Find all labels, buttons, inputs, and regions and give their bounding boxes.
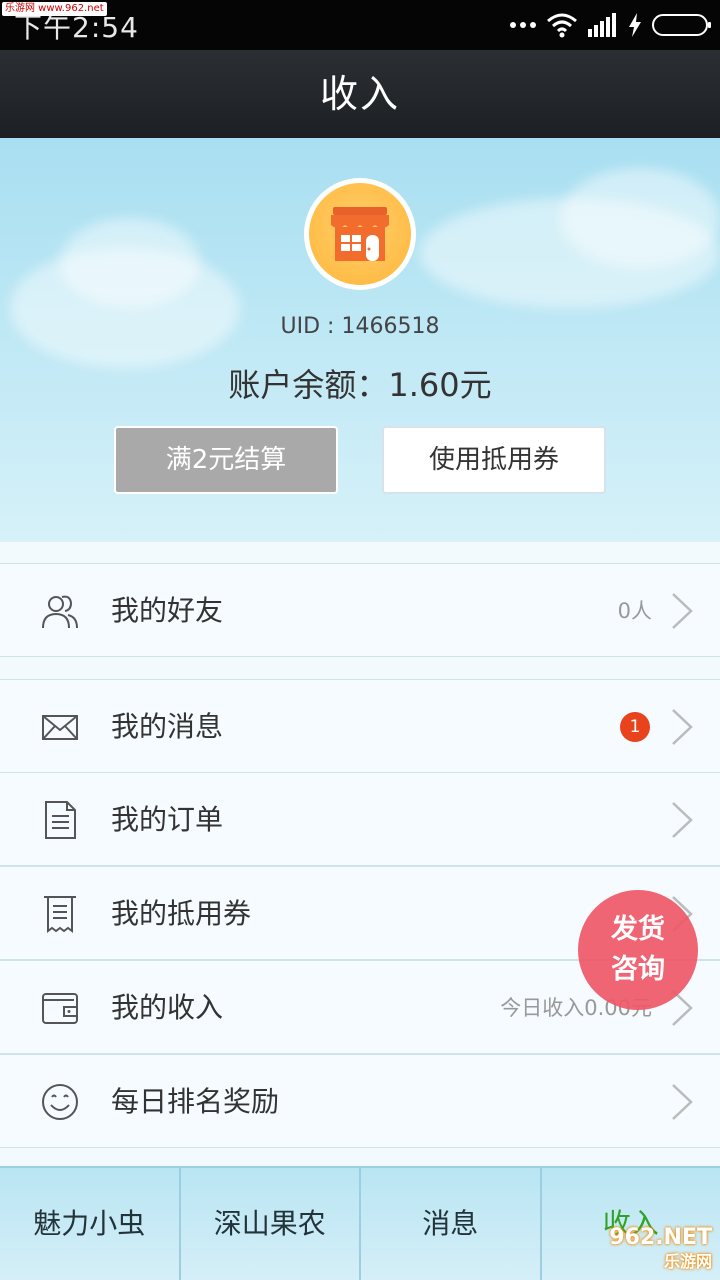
status-bar: 下午2:54 乐游网 www.962.net: [0, 0, 720, 50]
chevron-right-icon: [672, 593, 693, 629]
more-dots-icon: [510, 22, 536, 28]
friends-icon: [42, 595, 78, 629]
watermark-logo: 962.NET 乐游网: [609, 1225, 712, 1272]
watermark-badge: 乐游网 www.962.net: [2, 2, 107, 16]
use-coupon-button[interactable]: 使用抵用券: [382, 426, 606, 494]
shop-avatar[interactable]: [304, 178, 416, 290]
signal-icon: [588, 13, 616, 37]
menu-label-friends: 我的好友: [111, 594, 224, 627]
menu-label-income: 我的收入: [111, 991, 224, 1024]
wifi-icon: [547, 13, 577, 38]
shipping-consult-button[interactable]: 发货 咨询: [578, 890, 698, 1010]
menu-item-orders[interactable]: 我的订单: [0, 772, 720, 866]
profile-header: UID : 1466518 账户余额：1.60元 满2元结算 使用抵用券: [0, 138, 720, 542]
receipt-icon: [44, 896, 76, 933]
chevron-right-icon: [672, 1084, 693, 1120]
chevron-right-icon: [672, 802, 693, 838]
tab-messages[interactable]: 消息: [361, 1168, 542, 1280]
tab-mountain-farmer[interactable]: 深山果农: [181, 1168, 361, 1280]
envelope-icon: [42, 715, 78, 740]
friends-count: 0人: [617, 599, 652, 623]
menu-item-friends[interactable]: 我的好友 0人: [0, 563, 720, 657]
wallet-icon: [42, 993, 78, 1024]
document-icon: [45, 801, 76, 839]
menu-label-coupons: 我的抵用券: [111, 897, 252, 930]
account-balance: 账户余额：1.60元: [228, 366, 492, 404]
title-bar: 收入: [0, 50, 720, 138]
menu-label-ranking: 每日排名奖励: [111, 1085, 280, 1118]
storefront-icon: [331, 207, 389, 261]
tab-charm-bug[interactable]: 魅力小虫: [0, 1168, 181, 1280]
status-icons: [510, 10, 711, 40]
settle-button[interactable]: 满2元结算: [114, 426, 338, 494]
menu-item-ranking[interactable]: 每日排名奖励: [0, 1054, 720, 1148]
menu-label-messages: 我的消息: [111, 710, 224, 743]
battery-icon: [652, 14, 711, 36]
charging-icon: [629, 13, 641, 37]
consult-line-1: 发货: [611, 914, 665, 945]
smile-icon: [42, 1084, 78, 1120]
menu-label-orders: 我的订单: [111, 803, 224, 836]
uid-text: UID : 1466518: [280, 314, 440, 339]
consult-line-2: 咨询: [611, 954, 665, 985]
chevron-right-icon: [672, 709, 693, 745]
unread-badge: 1: [620, 712, 650, 742]
menu-item-messages[interactable]: 我的消息 1: [0, 679, 720, 773]
page-title: 收入: [319, 72, 400, 116]
